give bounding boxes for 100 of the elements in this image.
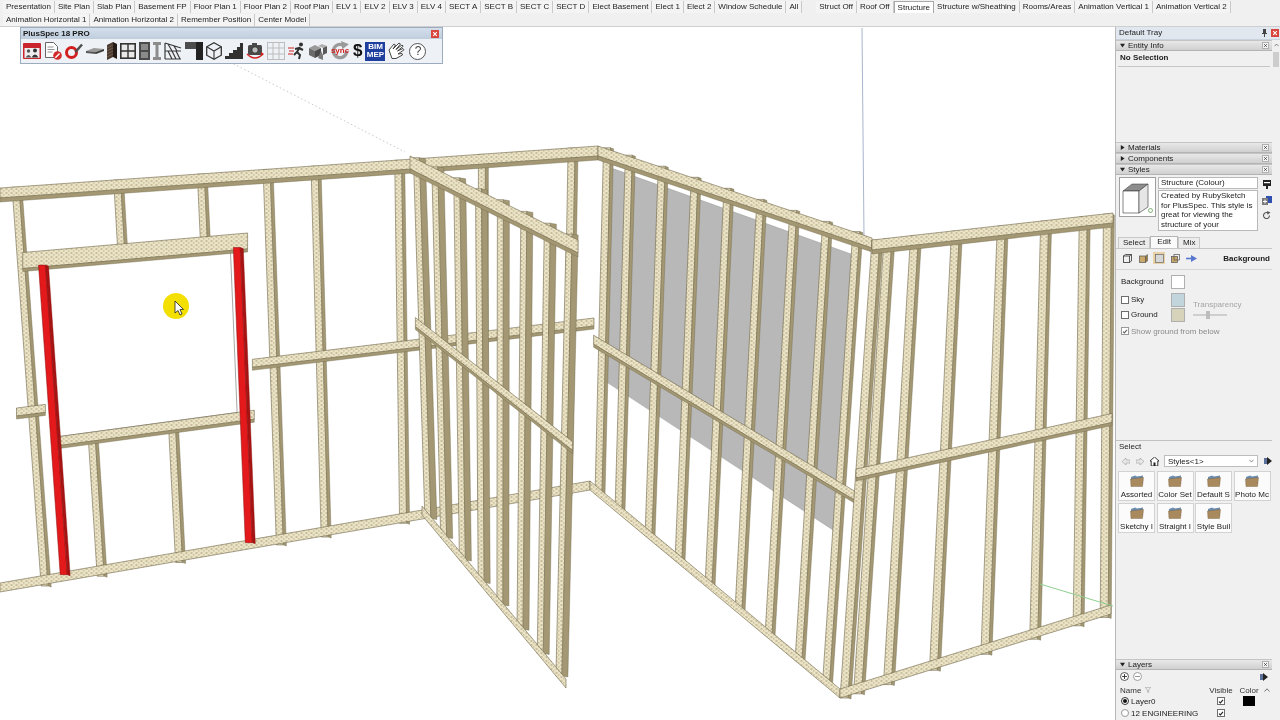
panel-header[interactable]: Entity Info bbox=[1116, 40, 1272, 51]
slab-icon[interactable] bbox=[86, 47, 104, 55]
scene-tab[interactable]: Animation Horizontal 1 bbox=[3, 14, 91, 26]
checkbox[interactable] bbox=[1121, 295, 1129, 304]
box-icon[interactable] bbox=[1137, 252, 1149, 264]
truss-icon[interactable] bbox=[164, 42, 182, 60]
plus-cube-icon[interactable] bbox=[1261, 195, 1272, 205]
document-badge-icon[interactable] bbox=[44, 42, 62, 60]
ring-pencil-icon[interactable] bbox=[65, 43, 83, 59]
scene-tab[interactable]: Animation Horizontal 2 bbox=[90, 14, 178, 26]
collection-dropdown[interactable]: Styles<1> bbox=[1164, 455, 1258, 467]
scene-tab[interactable]: Presentation bbox=[3, 1, 55, 13]
scene-tab[interactable]: Rooms/Areas bbox=[1019, 1, 1076, 13]
refresh-icon[interactable] bbox=[1262, 211, 1271, 220]
cube-outline-icon[interactable] bbox=[206, 42, 222, 60]
scene-tab[interactable]: All bbox=[786, 1, 803, 13]
close-icon[interactable] bbox=[1262, 661, 1269, 668]
style-folder[interactable]: Default S bbox=[1195, 471, 1232, 501]
scene-tab[interactable]: ELV 4 bbox=[417, 1, 446, 13]
radio-button[interactable] bbox=[1121, 697, 1129, 705]
style-folder[interactable]: Photo Mc bbox=[1233, 471, 1271, 501]
style-description-field[interactable]: Created by RubySketch for PlusSpec. This style is great for viewing the structure of your bbox=[1158, 190, 1258, 231]
side-arrow-icon[interactable] bbox=[1260, 672, 1268, 681]
scene-tab[interactable]: Window Schedule bbox=[715, 1, 787, 13]
close-icon[interactable] bbox=[1262, 155, 1269, 162]
help-button[interactable]: ? bbox=[409, 42, 427, 60]
checkbox[interactable] bbox=[1217, 709, 1225, 717]
scene-tab[interactable]: Floor Plan 2 bbox=[240, 1, 291, 13]
stacked-square-icon[interactable] bbox=[1169, 252, 1181, 264]
checkbox[interactable] bbox=[1121, 310, 1129, 319]
close-icon[interactable] bbox=[1262, 166, 1269, 173]
color-swatch[interactable] bbox=[1171, 292, 1185, 307]
scene-tab[interactable]: Animation Vertical 2 bbox=[1152, 1, 1231, 13]
brick-wall-icon[interactable] bbox=[107, 42, 117, 60]
window-icon[interactable] bbox=[120, 43, 136, 59]
monitor-icon[interactable] bbox=[1262, 180, 1271, 189]
panel-header[interactable]: Styles bbox=[1116, 164, 1272, 175]
people-card-icon[interactable] bbox=[23, 43, 41, 59]
toolbar-title-bar[interactable]: PlusSpec 18 PRO bbox=[21, 28, 442, 39]
camera-rotate-icon[interactable] bbox=[246, 42, 264, 60]
column-header[interactable]: Visible bbox=[1206, 685, 1236, 695]
scene-tab[interactable]: SECT A bbox=[445, 1, 482, 13]
scene-tab[interactable]: Floor Plan 1 bbox=[190, 1, 241, 13]
cube-edges-icon[interactable] bbox=[1121, 252, 1133, 264]
stairs-icon[interactable] bbox=[225, 43, 243, 59]
remove-icon[interactable] bbox=[1133, 672, 1142, 681]
scene-tab[interactable]: SECT D bbox=[553, 1, 590, 13]
style-folder[interactable]: Style Buil bbox=[1195, 503, 1232, 533]
scrollbar-thumb[interactable] bbox=[1273, 52, 1279, 67]
style-name-field[interactable]: Structure (Colour) bbox=[1158, 177, 1258, 189]
styles-tab[interactable]: Select bbox=[1118, 237, 1151, 248]
bim-mep-button[interactable]: BIM MEP bbox=[365, 41, 386, 61]
panel-header[interactable]: Layers bbox=[1116, 659, 1272, 670]
close-icon[interactable] bbox=[1262, 42, 1269, 49]
scene-tab[interactable]: Roof Off bbox=[856, 1, 894, 13]
scene-tab[interactable]: Elect Basement bbox=[589, 1, 653, 13]
styles-tab[interactable]: Edit bbox=[1150, 236, 1179, 248]
scene-tab[interactable]: Elect 1 bbox=[652, 1, 684, 13]
styles-tab[interactable]: Mix bbox=[1178, 237, 1201, 248]
scene-tab[interactable]: Roof Plan bbox=[290, 1, 334, 13]
scene-tab[interactable]: Structure bbox=[893, 1, 935, 13]
scene-tab[interactable]: Slab Plan bbox=[93, 1, 136, 13]
scene-tab[interactable]: ELV 2 bbox=[361, 1, 390, 13]
scene-tab[interactable]: SECT C bbox=[516, 1, 554, 13]
corner-block-icon[interactable] bbox=[185, 42, 203, 60]
close-icon[interactable] bbox=[431, 29, 439, 38]
add-icon[interactable] bbox=[1120, 672, 1129, 681]
scene-tab[interactable]: Remember Position bbox=[177, 14, 256, 26]
panel-header[interactable]: Components bbox=[1116, 153, 1272, 164]
pin-icon[interactable] bbox=[1262, 29, 1267, 37]
color-swatch[interactable] bbox=[1171, 274, 1185, 289]
scene-tab[interactable]: ELV 3 bbox=[389, 1, 418, 13]
caret-icon[interactable] bbox=[1264, 688, 1270, 692]
scene-tab[interactable]: Basement FP bbox=[135, 1, 191, 13]
sync-button[interactable]: sync bbox=[330, 41, 350, 61]
hand-icon[interactable] bbox=[388, 42, 407, 60]
layer-name[interactable]: Layer0 bbox=[1131, 696, 1156, 706]
column-header[interactable]: Name bbox=[1120, 685, 1142, 695]
checkbox[interactable] bbox=[1217, 697, 1225, 705]
boxes-icon[interactable] bbox=[309, 42, 327, 60]
color-swatch[interactable] bbox=[1243, 696, 1255, 706]
column-header[interactable]: Color bbox=[1236, 685, 1262, 695]
scene-tab[interactable]: Site Plan bbox=[54, 1, 94, 13]
side-arrow-icon[interactable] bbox=[1264, 457, 1272, 465]
style-folder[interactable]: Straight I bbox=[1156, 503, 1194, 533]
style-folder[interactable]: Color Set bbox=[1156, 471, 1194, 501]
scene-tab[interactable]: Animation Vertical 1 bbox=[1075, 1, 1153, 13]
home-icon[interactable] bbox=[1150, 456, 1159, 466]
style-folder[interactable]: Sketchy I bbox=[1118, 503, 1155, 533]
color-swatch[interactable] bbox=[1171, 307, 1185, 322]
panel-header[interactable]: Materials bbox=[1116, 142, 1272, 153]
style-folder[interactable]: Assorted bbox=[1118, 471, 1155, 501]
layer-name[interactable]: 12 ENGINEERING bbox=[1131, 708, 1199, 718]
scene-tab[interactable]: ELV 1 bbox=[333, 1, 362, 13]
scene-tab[interactable]: SECT B bbox=[481, 1, 517, 13]
running-person-icon[interactable] bbox=[288, 42, 306, 60]
radio-button[interactable] bbox=[1121, 709, 1129, 717]
square-icon[interactable] bbox=[1153, 252, 1165, 264]
arrow-icon[interactable] bbox=[1185, 252, 1197, 264]
close-icon[interactable] bbox=[1262, 144, 1269, 151]
